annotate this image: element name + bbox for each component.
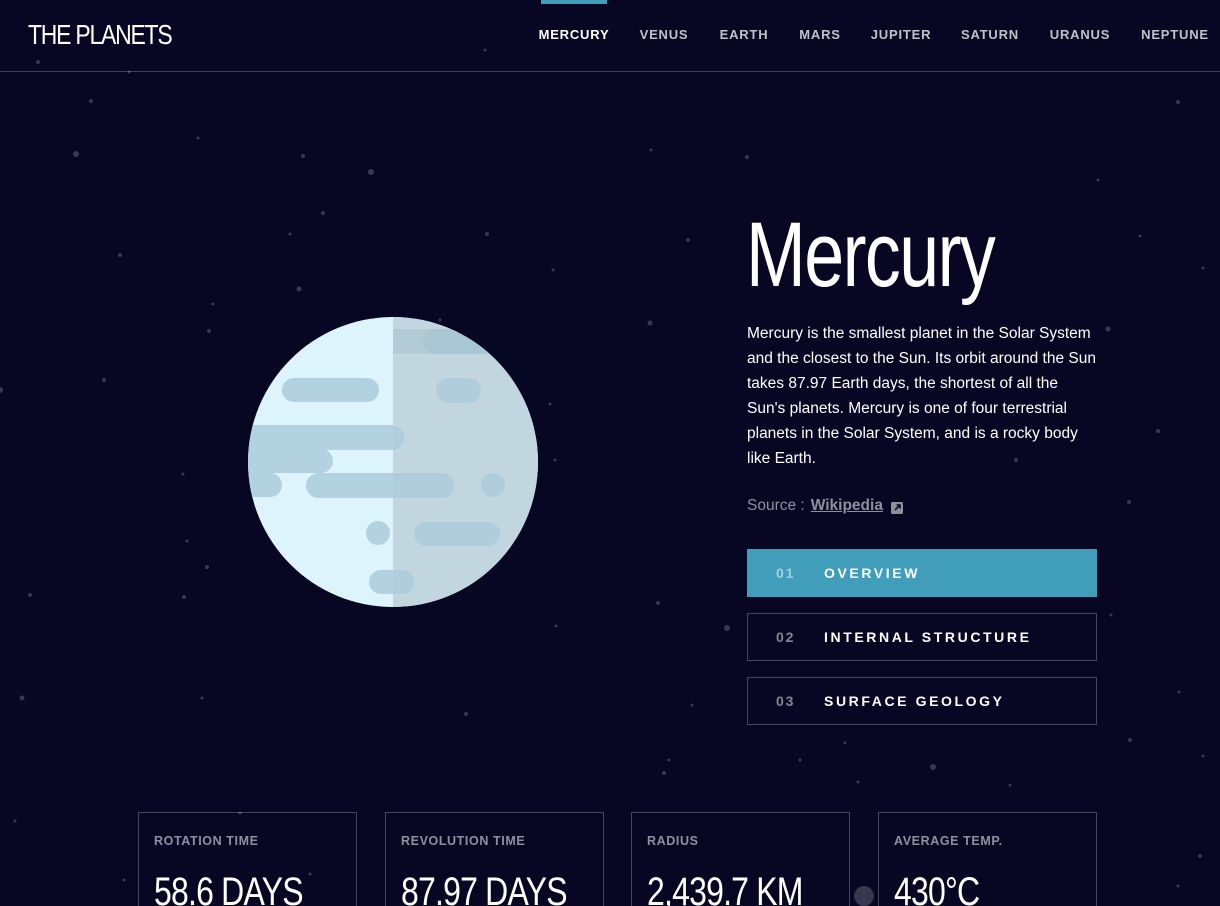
active-indicator [541, 0, 607, 4]
nav-item-earth[interactable]: EARTH [719, 0, 769, 71]
planet-description: Mercury is the smallest planet in the So… [747, 325, 1096, 467]
nav-item-venus[interactable]: VENUS [640, 0, 688, 71]
stat-rotation-time: ROTATION TIME 58.6 DAYS [138, 812, 357, 906]
nav-item-neptune[interactable]: NEPTUNE [1141, 0, 1209, 71]
stat-average-temp: AVERAGE TEMP. 430°C [878, 812, 1097, 906]
nav-label: SATURN [961, 27, 1019, 42]
stat-value: 58.6 DAYS [154, 870, 304, 906]
source-line: Source : Wikipedia [747, 495, 903, 517]
tab-surface-geology[interactable]: 03 SURFACE GEOLOGY [747, 677, 1097, 725]
stat-value: 87.97 DAYS [401, 870, 568, 906]
tab-number: 01 [776, 565, 796, 581]
tab-number: 02 [776, 629, 796, 645]
nav-item-mars[interactable]: MARS [799, 0, 841, 71]
mercury-planet-image [248, 317, 538, 607]
nav-label: URANUS [1049, 27, 1111, 42]
tab-label: INTERNAL STRUCTURE [824, 629, 1032, 645]
site-header: THE PLANETS MERCURY VENUS EARTH MARS JUP… [0, 0, 1220, 72]
nav-label: MERCURY [538, 27, 610, 42]
stat-revolution-time: REVOLUTION TIME 87.97 DAYS [385, 812, 604, 906]
stat-label: RADIUS [647, 834, 699, 848]
source-label: Source : [747, 497, 805, 514]
tab-label: SURFACE GEOLOGY [824, 693, 1005, 709]
stat-label: REVOLUTION TIME [401, 834, 526, 848]
nav-label: EARTH [719, 27, 769, 42]
stat-label: ROTATION TIME [154, 834, 259, 848]
stat-value: 430°C [894, 870, 980, 906]
external-link-icon[interactable] [890, 502, 903, 514]
stat-radius: RADIUS 2,439.7 KM [631, 812, 850, 906]
nav-item-mercury[interactable]: MERCURY [538, 0, 610, 71]
stat-label: AVERAGE TEMP. [894, 834, 1003, 848]
tab-label: OVERVIEW [824, 565, 921, 581]
page: THE PLANETS MERCURY VENUS EARTH MARS JUP… [0, 0, 1220, 906]
nav-item-saturn[interactable]: SATURN [961, 0, 1019, 71]
tab-number: 03 [776, 693, 796, 709]
nav-label: VENUS [639, 27, 689, 42]
nav-label: JUPITER [870, 27, 932, 42]
planet-title: Mercury [746, 204, 996, 306]
source-link[interactable]: Wikipedia [811, 495, 883, 517]
nav-label: MARS [799, 27, 841, 42]
tab-internal-structure[interactable]: 02 INTERNAL STRUCTURE [747, 613, 1097, 661]
stat-value: 2,439.7 KM [647, 870, 803, 906]
planet-nav: MERCURY VENUS EARTH MARS JUPITER SATURN … [538, 0, 1220, 71]
nav-item-uranus[interactable]: URANUS [1049, 0, 1111, 71]
site-logo[interactable]: THE PLANETS [28, 19, 173, 51]
nav-label: NEPTUNE [1141, 27, 1209, 42]
tab-overview[interactable]: 01 OVERVIEW [747, 549, 1097, 597]
nav-item-jupiter[interactable]: JUPITER [870, 0, 932, 71]
